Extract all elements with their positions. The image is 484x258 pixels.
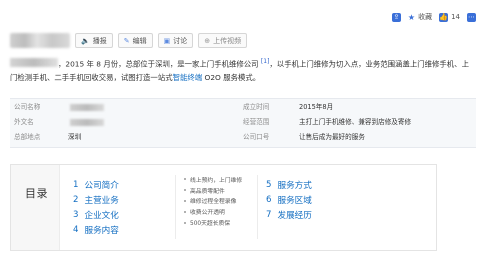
info-value-redacted bbox=[70, 104, 104, 111]
page-title-redacted bbox=[10, 33, 70, 48]
top-toolbar: ⇪ ★ 收藏 👍 14 ⋯ bbox=[391, 12, 476, 22]
toc-column-1: 1 公司简介 2 主营业务 3 企业文化 4 服务内容 bbox=[73, 177, 119, 237]
toc-item-number: 5 bbox=[266, 179, 272, 190]
bullet-icon bbox=[184, 189, 186, 192]
bullet-icon bbox=[184, 199, 186, 202]
pencil-icon: ✎ bbox=[123, 36, 130, 45]
info-label: 公司名称 bbox=[14, 103, 41, 111]
info-row: 总部地点 深圳 公司口号 让售后成为最好的服务 bbox=[10, 130, 476, 145]
bullet-icon bbox=[184, 210, 186, 213]
toc-item-number: 6 bbox=[266, 194, 272, 205]
basic-info-box: 公司名称 成立时间 2015年8月 外文名 经营范围 主打上门手机维修、兼容到店… bbox=[10, 98, 476, 148]
title-row: 🔈 播报 ✎ 编辑 ▣ 讨论 ⊕ 上传视频 bbox=[10, 33, 248, 48]
info-row: 公司名称 成立时间 2015年8月 bbox=[10, 100, 476, 115]
toc-item-number: 2 bbox=[73, 194, 79, 205]
toc-item-label: 主营业务 bbox=[84, 195, 119, 206]
info-label: 外文名 bbox=[14, 118, 34, 126]
edit-label: 编辑 bbox=[132, 36, 147, 45]
toc-subitem[interactable]: 高品质零配件 bbox=[184, 185, 242, 196]
toc-divider bbox=[175, 175, 176, 239]
edit-button[interactable]: ✎ 编辑 bbox=[117, 33, 153, 48]
toc-item-number: 7 bbox=[266, 209, 272, 220]
info-value: 2015年8月 bbox=[299, 103, 334, 111]
like-count: 14 bbox=[451, 13, 460, 21]
thumbs-up-icon: 👍 bbox=[439, 12, 449, 22]
toc-subitem[interactable]: 收费公开透明 bbox=[184, 206, 242, 217]
collect-label: 收藏 bbox=[418, 13, 433, 21]
toc-title: 目录 bbox=[25, 187, 48, 200]
toc-column-2: 线上预约，上门维修 高品质零配件 维修过程全程录像 收费公开透明 500天超长质… bbox=[184, 174, 242, 228]
toc-item-label: 发展经历 bbox=[277, 210, 312, 221]
toc-subitem-label: 500天超长质保 bbox=[190, 221, 231, 228]
toc-subitem[interactable]: 500天超长质保 bbox=[184, 217, 242, 228]
collect-button[interactable]: ★ 收藏 bbox=[408, 12, 432, 22]
like-button[interactable]: 👍 14 bbox=[439, 12, 460, 22]
bullet-icon bbox=[184, 178, 186, 181]
toc-item-service-content[interactable]: 4 服务内容 bbox=[73, 222, 119, 237]
info-value: 主打上门手机维修、兼容到店修及寄修 bbox=[299, 118, 412, 126]
smart-terminal-link[interactable]: 智能终端 bbox=[173, 73, 203, 82]
more-icon: ⋯ bbox=[467, 12, 476, 22]
lemma-summary: ，2015 年 8 月份，总部位于深圳，是一家上门手机维修公司 [1]，以手机上… bbox=[10, 55, 476, 85]
toc-subitem-label: 收费公开透明 bbox=[190, 210, 225, 217]
toc-subitem-label: 高品质零配件 bbox=[190, 188, 225, 195]
toc-divider bbox=[257, 175, 258, 239]
info-row: 外文名 经营范围 主打上门手机维修、兼容到店修及寄修 bbox=[10, 115, 476, 130]
upload-video-button[interactable]: ⊕ 上传视频 bbox=[198, 33, 248, 48]
toc-subitem[interactable]: 维修过程全程录像 bbox=[184, 196, 242, 207]
broadcast-label: 播报 bbox=[92, 36, 107, 45]
share-icon: ⇪ bbox=[391, 12, 401, 22]
upload-video-label: 上传视频 bbox=[213, 36, 242, 45]
toc-subitem-label: 线上预约，上门维修 bbox=[190, 177, 243, 184]
info-value: 深圳 bbox=[68, 133, 82, 141]
toc-item-main-business[interactable]: 2 主营业务 bbox=[73, 192, 119, 207]
info-label: 成立时间 bbox=[243, 103, 270, 111]
info-label: 经营范围 bbox=[243, 118, 270, 126]
toc-column-3: 5 服务方式 6 服务区域 7 发展经历 bbox=[266, 177, 312, 222]
broadcast-button[interactable]: 🔈 播报 bbox=[75, 33, 113, 48]
company-name-redacted bbox=[10, 58, 58, 68]
toc-item-service-area[interactable]: 6 服务区域 bbox=[266, 192, 312, 207]
encyclopedia-page: ⇪ ★ 收藏 👍 14 ⋯ 🔈 播报 ✎ 编辑 ▣ 讨论 ⊕ 上传视频 ，201… bbox=[0, 0, 484, 258]
share-button[interactable]: ⇪ bbox=[391, 12, 401, 22]
toc-item-label: 企业文化 bbox=[84, 210, 119, 221]
toc-subitem[interactable]: 线上预约，上门维修 bbox=[184, 174, 242, 185]
info-label: 总部地点 bbox=[14, 133, 41, 141]
summary-text-3: O2O 服务模式。 bbox=[202, 73, 261, 83]
bullet-icon bbox=[184, 221, 186, 224]
plus-circle-icon: ⊕ bbox=[204, 36, 211, 45]
comment-icon: ▣ bbox=[163, 36, 171, 45]
info-value-redacted bbox=[70, 119, 104, 126]
toc-item-number: 3 bbox=[73, 209, 79, 220]
info-label: 公司口号 bbox=[243, 133, 270, 141]
toc-item-label: 服务方式 bbox=[277, 180, 312, 191]
discuss-label: 讨论 bbox=[173, 36, 188, 45]
toc-item-company-intro[interactable]: 1 公司简介 bbox=[73, 177, 119, 192]
more-button[interactable]: ⋯ bbox=[467, 12, 476, 22]
discuss-button[interactable]: ▣ 讨论 bbox=[157, 33, 194, 48]
toc-title-block: 目录 bbox=[11, 165, 60, 250]
toc-item-label: 服务区域 bbox=[277, 195, 312, 206]
summary-text-1: ，2015 年 8 月份，总部位于深圳，是一家上门手机维修公司 bbox=[58, 59, 259, 69]
toc-item-label: 服务内容 bbox=[84, 225, 119, 236]
toc-item-label: 公司简介 bbox=[84, 180, 119, 191]
toc-item-number: 4 bbox=[73, 224, 79, 235]
toc-item-number: 1 bbox=[73, 179, 79, 190]
table-of-contents: 目录 1 公司简介 2 主营业务 3 企业文化 4 服务内容 线上预约，上门维修… bbox=[10, 164, 437, 251]
star-icon: ★ bbox=[407, 12, 416, 22]
toc-item-corporate-culture[interactable]: 3 企业文化 bbox=[73, 207, 119, 222]
info-value: 让售后成为最好的服务 bbox=[299, 133, 365, 141]
toc-item-service-method[interactable]: 5 服务方式 bbox=[266, 177, 312, 192]
broadcast-icon: 🔈 bbox=[81, 36, 90, 45]
toc-subitem-label: 维修过程全程录像 bbox=[190, 199, 237, 206]
toc-item-development-history[interactable]: 7 发展经历 bbox=[266, 207, 312, 222]
